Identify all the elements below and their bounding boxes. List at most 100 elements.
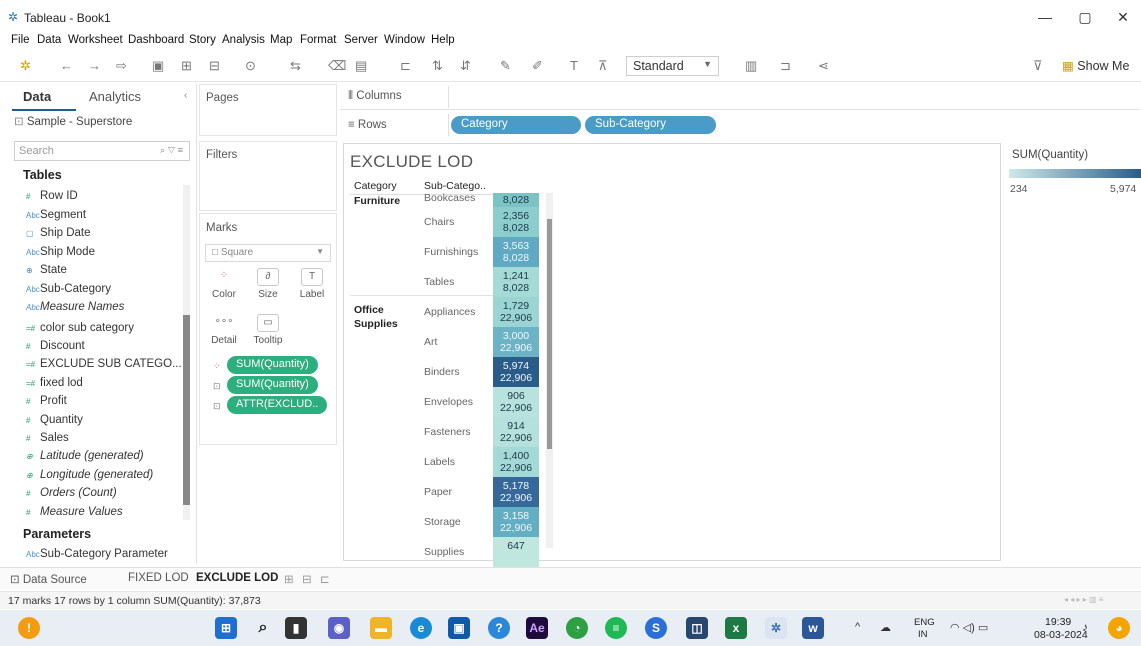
menu-dashboard[interactable]: Dashboard [128,34,184,46]
heatmap-cell[interactable]: 5,178 22,906 [493,477,539,507]
share-icon[interactable]: ⋖ [818,58,829,74]
tab-data-source[interactable]: ⊡ Data Source [10,572,87,586]
field-item[interactable]: # Profit [26,395,67,407]
row-header-subcategory[interactable]: Envelopes [424,396,473,408]
edge-icon[interactable]: e [410,617,432,639]
tab-fixed-lod[interactable]: FIXED LOD [128,572,189,584]
new-story-icon[interactable]: ⊏ [320,572,330,586]
tab-analytics[interactable]: Analytics [89,89,141,104]
color-button[interactable]: ⁘ Color [206,268,242,306]
field-item[interactable]: AbcSub-Category [26,283,111,295]
restore-button[interactable]: ▢ [1070,6,1100,28]
new-worksheet-icon[interactable]: ⊟ [209,58,220,74]
menu-data[interactable]: Data [37,34,61,46]
filters-card[interactable]: Filters [199,141,337,211]
label-pill-2[interactable]: ATTR(EXCLUD.. [227,396,328,414]
datasource-item[interactable]: ⊡ Sample - Superstore [14,114,132,128]
presentation-icon[interactable]: ⊐ [780,58,791,74]
mark-type-select[interactable]: □ Square ▼ [205,244,331,262]
label-button[interactable]: T Label [294,268,330,306]
file-explorer-icon[interactable]: ▬ [370,617,392,639]
windows-start-icon[interactable]: ⊞ [215,617,237,639]
language-indicator[interactable]: ENG [914,617,935,628]
menu-help[interactable]: Help [431,34,455,46]
row-header-subcategory[interactable]: Furnishings [424,246,478,258]
heatmap-cell[interactable]: 906 22,906 [493,387,539,417]
notification-bell-icon[interactable]: ♪ [1082,620,1088,634]
tab-exclude-lod[interactable]: EXCLUDE LOD [196,572,278,584]
subcategory-pill[interactable]: Sub-Category [585,116,716,134]
row-header-subcategory[interactable]: Supplies [424,546,464,558]
highlight-pen-icon[interactable]: ✎ [500,58,511,74]
row-header-subcategory[interactable]: Labels [424,456,455,468]
excel-icon[interactable]: x [725,617,747,639]
heatmap-cell[interactable]: 1,400 22,906 [493,447,539,477]
annotate-icon[interactable]: ✐ [532,58,543,74]
chat-icon[interactable]: ? [488,617,510,639]
heatmap-cell[interactable]: 2,356 8,028 [493,207,539,237]
data-pane-scrollbar[interactable] [183,185,190,520]
teams-icon[interactable]: ◉ [328,617,350,639]
heatmap-cell[interactable]: 5,974 22,906 [493,357,539,387]
sheet-nav-icon[interactable]: ◂ ◂ ▸ ▸ ▥ ≡ [1064,595,1103,604]
field-item[interactable]: =# color sub category [26,322,134,334]
row-header-subcategory[interactable]: Art [424,336,437,348]
clock-time[interactable]: 19:39 [1045,616,1071,628]
skype-icon[interactable]: S [645,617,667,639]
show-me-button[interactable]: ▦ Show Me [1062,58,1129,73]
group-icon[interactable]: ⊏ [400,58,411,74]
wifi-icon[interactable]: ◠ ◁) ▭ [950,621,988,634]
menu-map[interactable]: Map [270,34,292,46]
row-header-subcategory[interactable]: Tables [424,276,454,288]
menu-server[interactable]: Server [344,34,378,46]
worksheet-view[interactable] [343,143,1001,561]
detail-button[interactable]: ∘∘∘ Detail [206,314,242,352]
new-dashboard-icon[interactable]: ⊟ [302,572,312,586]
menu-format[interactable]: Format [300,34,336,46]
new-datasource-icon[interactable]: ⊞ [181,58,192,74]
parameter-item[interactable]: AbcSub-Category Parameter [26,548,168,560]
replay-icon[interactable]: ⇨ [116,58,127,74]
save-icon[interactable]: ▣ [152,58,164,74]
field-item[interactable]: AbcSegment [26,209,86,221]
new-worksheet-icon[interactable]: ⊞ [284,572,294,586]
scrollbar-thumb[interactable] [183,315,190,505]
category-office-supplies[interactable]: Office Supplies [354,303,414,331]
row-header-subcategory[interactable]: Storage [424,516,461,528]
tableau-app-icon[interactable]: ◫ [686,617,708,639]
category-pill[interactable]: Category [451,116,581,134]
label-pill[interactable]: SUM(Quantity) [227,376,318,394]
tooltip-button[interactable]: ▭ Tooltip [250,314,286,352]
pin-pane-icon[interactable]: ⊽ [1033,58,1043,74]
cloud-icon[interactable]: ☁ [880,621,891,634]
columns-shelf[interactable] [340,84,1140,110]
row-header-subcategory[interactable]: Bookcases [424,192,475,204]
menu-story[interactable]: Story [189,34,216,46]
row-header-subcategory[interactable]: Chairs [424,216,454,228]
heatmap-cell[interactable]: 914 22,906 [493,417,539,447]
category-furniture[interactable]: Furniture [354,194,400,208]
redo-icon[interactable]: → [88,58,101,74]
menu-file[interactable]: File [11,34,30,46]
header-subcategory[interactable]: Sub-Catego.. [424,180,486,192]
row-header-subcategory[interactable]: Paper [424,486,452,498]
field-item[interactable]: AbcMeasure Names [26,301,124,313]
color-pill[interactable]: SUM(Quantity) [227,356,318,374]
heatmap-cell[interactable]: 647 [493,537,539,567]
spotify-icon[interactable]: ≡ [605,617,627,639]
heatmap-cell[interactable]: 1,729 22,906 [493,297,539,327]
menu-window[interactable]: Window [384,34,425,46]
minimize-button[interactable]: — [1030,6,1060,28]
scrollbar-thumb[interactable] [547,219,552,449]
field-item[interactable]: # Orders (Count) [26,487,117,499]
field-item[interactable]: =# fixed lod [26,377,83,389]
tableau-running-icon[interactable]: ✲ [765,617,787,639]
after-effects-icon[interactable]: Ae [526,617,548,639]
search-icon[interactable]: ⌕ [252,617,274,639]
word-icon[interactable]: w [802,617,824,639]
chevron-up-icon[interactable]: ^ [855,621,860,633]
tableau-start-icon[interactable]: ✲ [20,58,31,74]
highlight-icon[interactable]: ▤ [355,58,367,74]
collapse-pane-icon[interactable]: ‹ [184,90,187,101]
fit-select[interactable]: Standard ▼ [626,56,719,76]
